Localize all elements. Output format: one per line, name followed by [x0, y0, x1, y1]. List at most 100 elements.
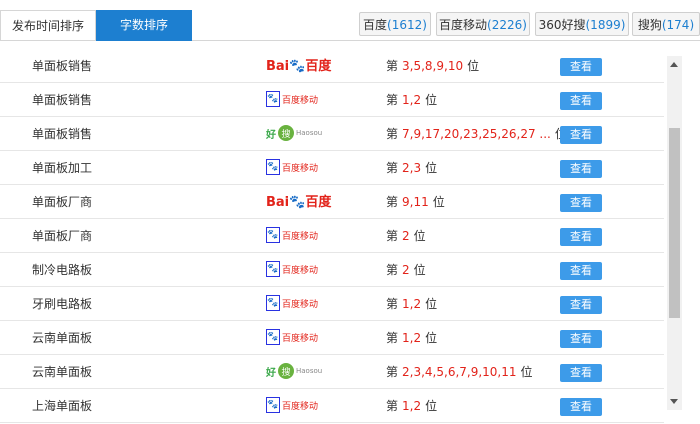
rank-values: 7,9,17,20,23,25,26,27 ... [402, 127, 551, 141]
tab-word-count-sort[interactable]: 字数排序 [96, 10, 192, 41]
engine-filter-1[interactable]: 百度移动(2226) [436, 12, 530, 36]
keyword-label: 云南单面板 [32, 331, 93, 345]
rank-positions: 第2位 [386, 220, 426, 253]
rank-positions: 第2位 [386, 254, 426, 287]
baidu-mobile-logo-icon: 🐾 百度移动 [266, 227, 318, 247]
table-row: 单面板厂商 Bai🐾百度 第 9,11 位 查看 [0, 186, 664, 219]
view-button[interactable]: 查看 [560, 398, 602, 416]
scroll-up-icon[interactable] [670, 62, 678, 67]
rank-prefix: 第 [386, 127, 399, 141]
rank-positions: 第 1,2 位 [386, 390, 437, 423]
engine-filter-0[interactable]: 百度(1612) [359, 12, 431, 36]
rank-suffix: 位 [425, 331, 438, 345]
keyword-label: 单面板厂商 [32, 229, 93, 243]
engine-name: 百度 [363, 18, 388, 32]
rank-positions: 第 2,3 位 [386, 152, 437, 185]
rank-suffix: 位 [413, 263, 426, 277]
rank-prefix: 第 [386, 331, 399, 345]
table-row: 单面板加工 🐾 百度移动 第 2,3 位 查看 [0, 152, 664, 185]
rank-positions: 第7,9,17,20,23,25,26,27 ...位 [386, 118, 567, 151]
keyword-label: 牙刷电路板 [32, 297, 93, 311]
rank-positions: 第 9,11 位 [386, 186, 445, 219]
rank-prefix: 第 [386, 195, 399, 209]
table-row: 上海单面板 🐾 百度移动 第 1,2 位 查看 [0, 390, 664, 423]
table-row: 牙刷电路板 🐾 百度移动 第 1,2 位 查看 [0, 288, 664, 321]
keyword-label: 单面板销售 [32, 127, 93, 141]
rank-prefix: 第 [386, 93, 399, 107]
engine-name: 百度移动 [439, 18, 488, 32]
keyword-label: 单面板销售 [32, 93, 93, 107]
table-row: 单面板销售 好搜Haosou 第7,9,17,20,23,25,26,27 ...位… [0, 118, 664, 151]
table-row: 云南单面板 好搜 Haosou 第 2,3,4,5,6,7,9,10,11 位 查看 [0, 356, 664, 389]
baidu-mobile-logo-icon: 🐾 百度移动 [266, 91, 318, 111]
keyword-label: 上海单面板 [32, 399, 93, 413]
rank-values: 9,11 [402, 195, 429, 209]
view-button[interactable]: 查看 [560, 330, 602, 348]
rank-suffix: 位 [425, 161, 438, 175]
rank-values: 2,3 [402, 161, 422, 175]
rank-suffix: 位 [520, 365, 533, 379]
view-button[interactable]: 查看 [560, 126, 602, 144]
rank-prefix: 第 [386, 399, 399, 413]
rank-suffix: 位 [467, 59, 480, 73]
table-row: 云南单面板 🐾 百度移动 第 1,2 位 查看 [0, 322, 664, 355]
rank-values: 1,2 [402, 297, 422, 311]
view-button[interactable]: 查看 [560, 160, 602, 178]
keyword-label: 制冷电路板 [32, 263, 93, 277]
scroll-thumb[interactable] [669, 128, 680, 318]
view-button[interactable]: 查看 [560, 58, 602, 76]
rank-prefix: 第 [386, 229, 399, 243]
rank-prefix: 第 [386, 297, 399, 311]
view-button[interactable]: 查看 [560, 364, 602, 382]
engine-name: 搜狗 [637, 18, 662, 32]
haosou-logo-icon: 好搜 Haosou [266, 363, 322, 383]
rank-suffix: 位 [413, 229, 426, 243]
rank-suffix: 位 [425, 93, 438, 107]
rank-prefix: 第 [386, 59, 399, 73]
keyword-label: 单面板厂商 [32, 195, 93, 209]
table-row: 单面板厂商 🐾 百度移动 第 2 位 查看 [0, 220, 664, 253]
rank-values: 1,2 [402, 399, 422, 413]
view-button[interactable]: 查看 [560, 296, 602, 314]
view-button[interactable]: 查看 [560, 194, 602, 212]
rank-values: 2 [402, 229, 410, 243]
engine-filter-3[interactable]: 搜狗(174) [632, 12, 700, 36]
view-button[interactable]: 查看 [560, 262, 602, 280]
view-button[interactable]: 查看 [560, 92, 602, 110]
baidu-logo-icon: Bai🐾百度 [266, 195, 332, 210]
keyword-label: 单面板销售 [32, 59, 93, 73]
engine-filter-2[interactable]: 360好搜(1899) [535, 12, 629, 36]
baidu-mobile-logo-icon: 🐾 百度移动 [266, 159, 318, 179]
baidu-mobile-logo-icon: 🐾 百度移动 [266, 261, 318, 281]
view-button[interactable]: 查看 [560, 228, 602, 246]
rank-values: 3,5,8,9,10 [402, 59, 464, 73]
rank-positions: 第 1,2 位 [386, 84, 437, 117]
table-row: 单面板销售 Bai🐾百度 第 3,5,8,9,10 位 查看 [0, 50, 664, 83]
rank-positions: 第 2,3,4,5,6,7,9,10,11 位 [386, 356, 533, 389]
engine-count: (1612) [387, 18, 427, 32]
rank-values: 2,3,4,5,6,7,9,10,11 [402, 365, 517, 379]
rank-values: 2 [402, 263, 410, 277]
rank-positions: 第 1,2 位 [386, 322, 437, 355]
keyword-label: 单面板加工 [32, 161, 93, 175]
baidu-mobile-logo-icon: 🐾 百度移动 [266, 329, 318, 349]
table-row: 单面板销售 🐾 百度移动 第 1,2 位 查看 [0, 84, 664, 117]
ranking-list: 单面板销售 Bai🐾百度第 3,5,8,9,10 位查看 单面板销售 🐾 百度移动第 1,2 位… [0, 50, 664, 424]
baidu-mobile-logo-icon: 🐾 百度移动 [266, 295, 318, 315]
engine-name: 360好搜 [538, 18, 586, 32]
tab-publish-time-sort[interactable]: 发布时间排序 [0, 10, 96, 40]
rank-prefix: 第 [386, 161, 399, 175]
scroll-down-icon[interactable] [670, 399, 678, 404]
rank-positions: 第 3,5,8,9,10 位 [386, 50, 479, 83]
haosou-logo-icon: 好搜 Haosou [266, 125, 322, 145]
rank-values: 1,2 [402, 331, 422, 345]
rank-values: 1,2 [402, 93, 422, 107]
rank-suffix: 位 [425, 399, 438, 413]
rank-suffix: 位 [432, 195, 445, 209]
table-row: 制冷电路板 🐾 百度移动 第 2 位 查看 [0, 254, 664, 287]
baidu-mobile-logo-icon: 🐾 百度移动 [266, 397, 318, 417]
rank-suffix: 位 [425, 297, 438, 311]
scrollbar[interactable] [667, 56, 682, 410]
engine-count: (1899) [585, 18, 626, 32]
baidu-logo-icon: Bai🐾百度 [266, 59, 332, 74]
